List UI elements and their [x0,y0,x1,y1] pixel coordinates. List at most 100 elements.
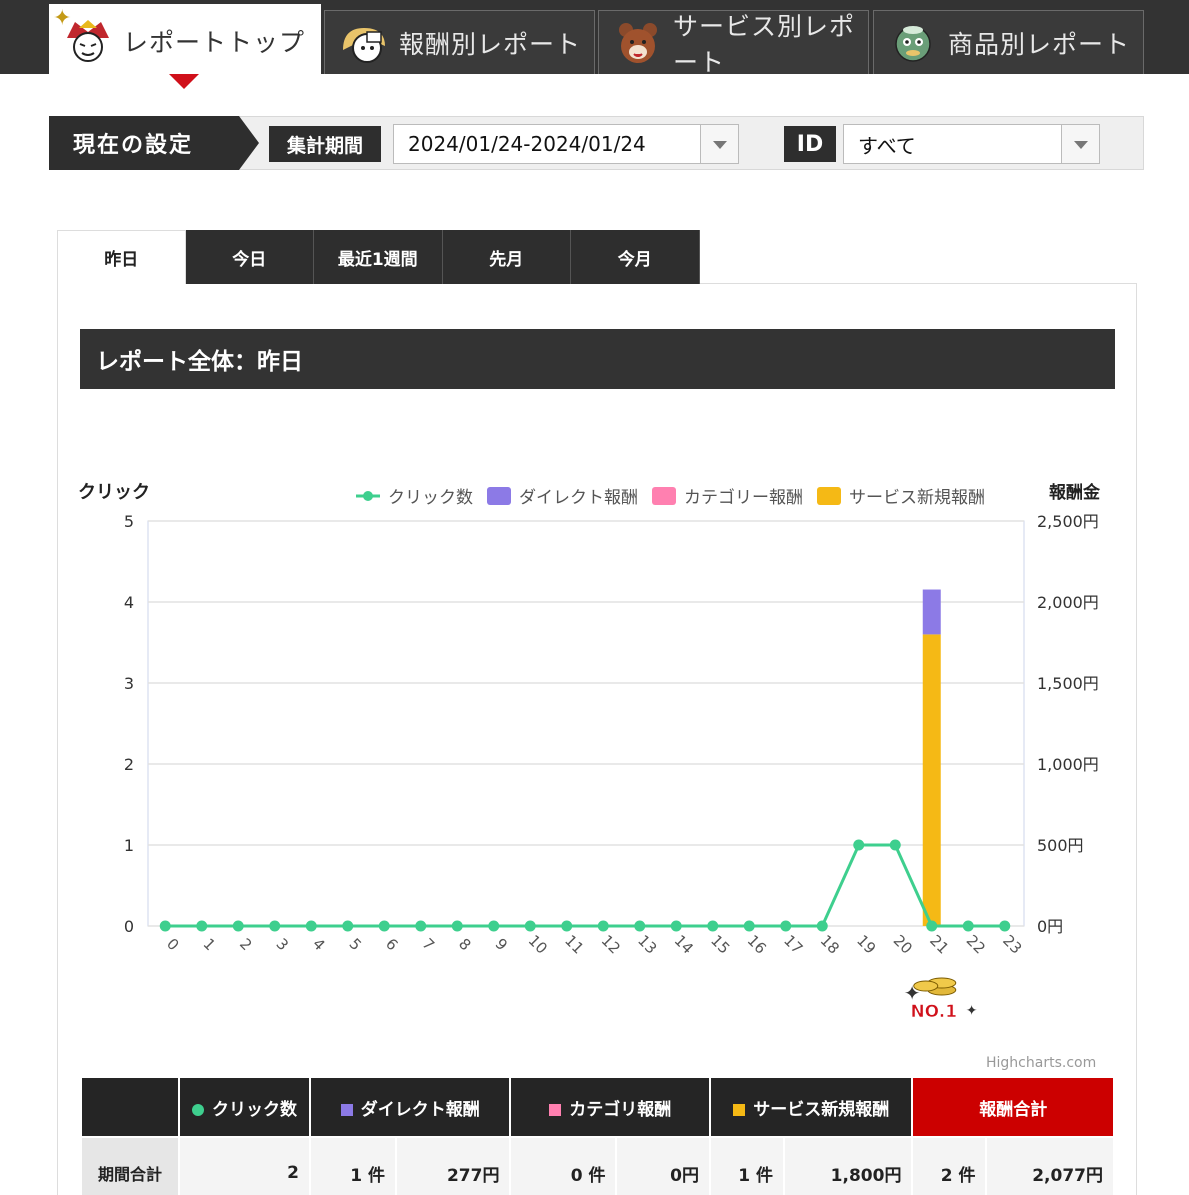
click-point [415,920,427,932]
click-point [232,920,244,932]
legend-symbol [817,487,841,505]
service-amount-cell: 1,800円 [782,1136,914,1195]
click-point [853,839,865,851]
x-tick-label: 7 [419,935,438,954]
x-tick-label: 6 [382,935,401,954]
x-tick-label: 20 [890,931,916,957]
legend-symbol [363,491,373,501]
x-tick-label: 16 [744,931,770,957]
left-tick-label: 4 [124,593,134,612]
x-tick-label: 8 [455,935,474,954]
left-tick-label: 5 [124,512,134,531]
click-point [889,839,901,851]
summary-header-direct: ダイレクト報酬 [308,1076,512,1138]
click-point [451,920,463,932]
clicks-cell: 2 [178,1136,311,1195]
bar-ダイレクト報酬 [922,589,941,635]
right-tick-label: 2,000円 [1037,593,1099,612]
click-line [165,843,1005,928]
x-tick-label: 13 [634,931,660,957]
click-point [561,920,573,932]
category-amount-cell: 0円 [615,1136,711,1195]
click-point [743,920,755,932]
summary-header-category: カテゴリ報酬 [509,1076,711,1138]
click-point [999,920,1011,932]
summary-header-clicks: クリック数 [178,1076,311,1138]
pink-square-icon [549,1103,562,1116]
click-point [634,920,646,932]
left-tick-label: 1 [124,836,134,855]
purple-square-icon [340,1103,353,1116]
total-count-cell: 2 件 [911,1136,988,1195]
click-point [269,920,281,932]
left-tick-label: 0 [124,917,134,936]
row-label: 期間合計 [80,1136,180,1195]
direct-count-cell: 1 件 [309,1136,397,1195]
x-tick-label: 23 [999,931,1025,957]
yellow-square-icon [733,1103,746,1116]
x-tick-label: 3 [273,935,292,954]
click-point [816,920,828,932]
summary-header-row: クリック数 ダイレクト報酬 カテゴリ報酬 サービス新規報酬 報酬合計 [80,1076,1115,1138]
right-tick-label: 1,500円 [1037,674,1099,693]
total-amount-cell: 2,077円 [985,1136,1115,1195]
summary-header-service: サービス新規報酬 [708,1076,914,1138]
click-point [305,920,317,932]
x-tick-label: 15 [707,931,733,957]
legend-label: カテゴリー報酬 [684,487,803,508]
click-point [524,920,536,932]
x-tick-label: 18 [817,931,843,957]
legend-label: クリック数 [388,488,473,508]
x-tick-label: 0 [163,935,182,954]
sparkle-icon: ✦ [966,1003,978,1019]
service-count-cell: 1 件 [708,1136,785,1195]
click-point [780,920,792,932]
x-tick-label: 22 [963,931,989,957]
x-tick-label: 9 [492,935,511,954]
summary-header-total: 報酬合計 [911,1076,1115,1138]
click-point [670,920,682,932]
x-tick-label: 21 [926,931,952,957]
x-tick-label: 5 [346,935,365,954]
x-tick-label: 10 [525,931,551,957]
click-point [378,920,390,932]
direct-amount-cell: 277円 [394,1136,512,1195]
legend-label: ダイレクト報酬 [519,488,638,508]
legend-symbol [652,487,676,505]
plot-area [147,520,1025,927]
green-dot-icon [192,1103,204,1116]
click-point [926,920,938,932]
chart-credit[interactable]: Highcharts.com [986,1055,1096,1071]
x-tick-label: 17 [780,931,806,957]
left-tick-label: 2 [124,755,134,774]
legend-label: サービス新規報酬 [849,488,985,508]
click-point [707,920,719,932]
click-point [196,920,208,932]
table-row: 期間合計 2 1 件 277円 0 件 0円 1 件 1,800円 2 件 2,… [80,1136,1115,1195]
right-tick-label: 2,500円 [1037,512,1099,531]
right-tick-label: 0円 [1037,917,1063,936]
summary-table: クリック数 ダイレクト報酬 カテゴリ報酬 サービス新規報酬 報酬合計 期間合計 … [80,1076,1115,1195]
x-tick-label: 1 [200,935,219,954]
x-tick-label: 2 [236,935,255,954]
click-point [597,920,609,932]
category-count-cell: 0 件 [509,1136,618,1195]
right-axis-title: 報酬金 [1049,482,1101,503]
click-point [342,920,354,932]
right-tick-label: 500円 [1037,836,1084,855]
legend-symbol [487,487,511,505]
bar-サービス新規報酬 [922,634,941,926]
no1-badge-label: NO.1 [910,1002,957,1022]
summary-header-blank [80,1076,180,1138]
x-tick-label: 11 [561,931,587,957]
click-point [962,920,974,932]
click-point [488,920,500,932]
x-tick-label: 12 [598,931,624,957]
left-axis-title: クリック [78,482,150,503]
left-tick-label: 3 [124,674,134,693]
report-chart: 0123450円500円1,000円1,500円2,000円2,500円クリック… [78,482,1101,1022]
x-tick-label: 4 [309,935,328,954]
right-tick-label: 1,000円 [1037,755,1099,774]
click-point [159,920,171,932]
x-tick-label: 14 [671,931,697,957]
